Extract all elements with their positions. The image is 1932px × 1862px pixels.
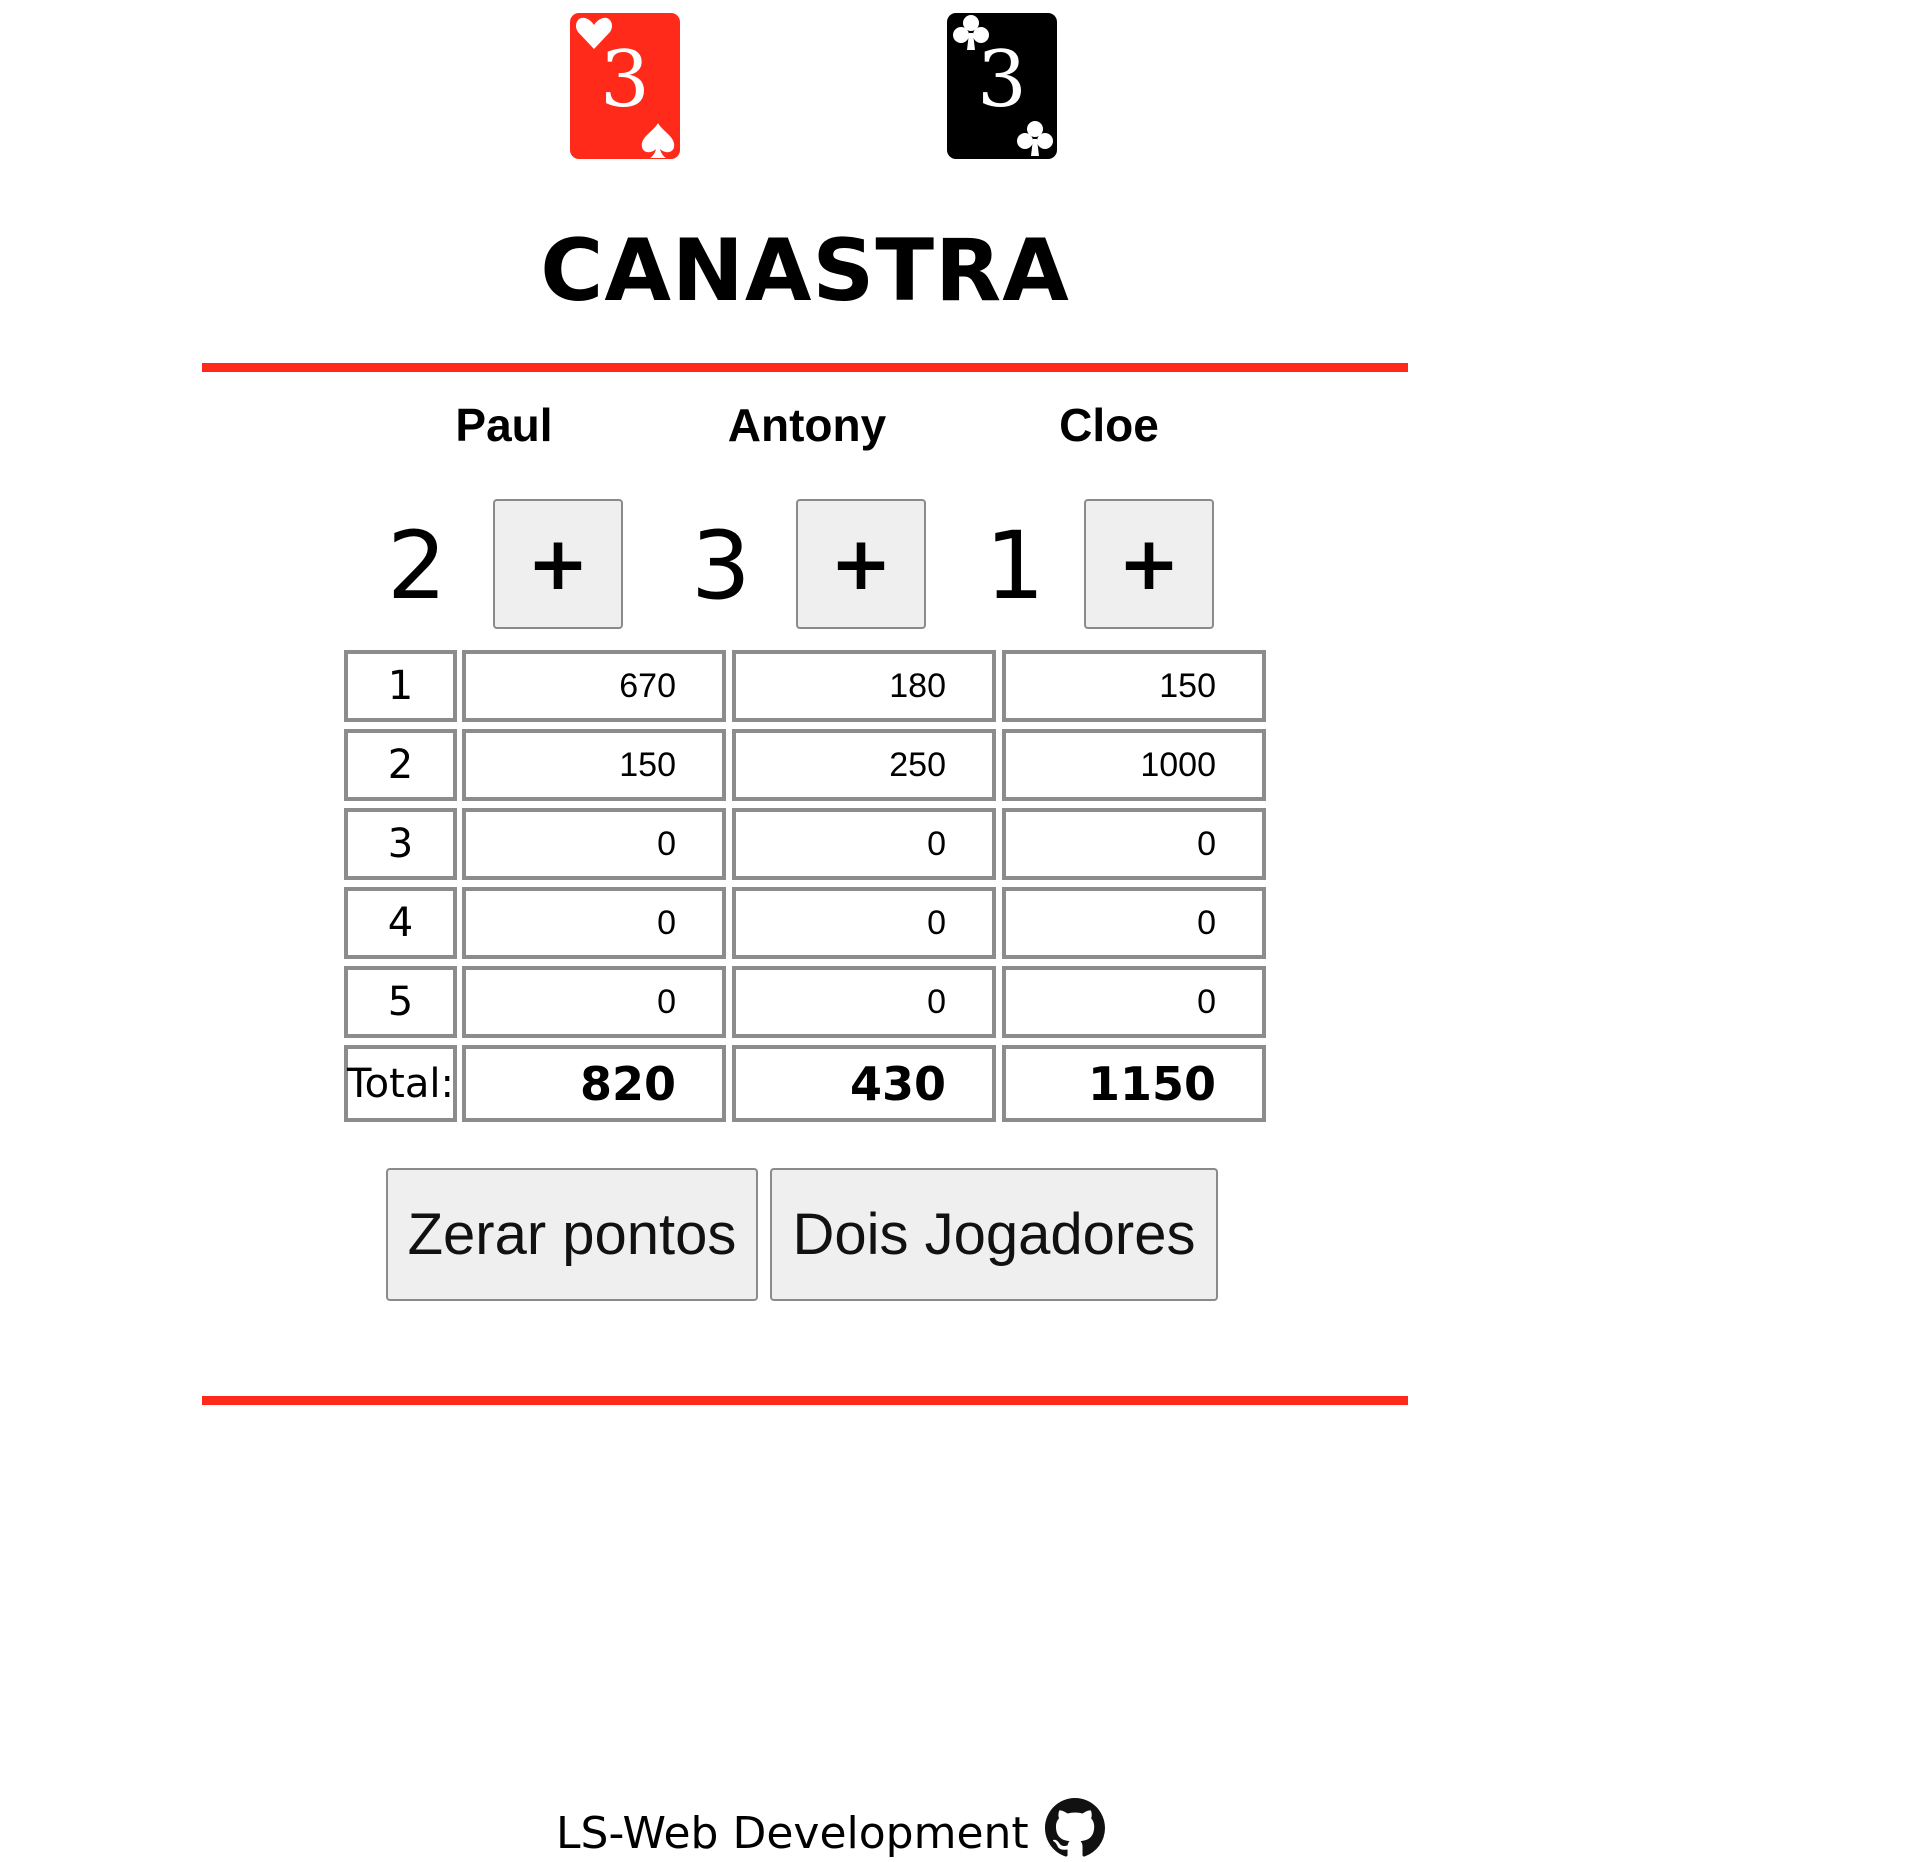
score-input[interactable]: 150 xyxy=(1002,650,1266,722)
score-input[interactable]: 150 xyxy=(462,729,726,801)
two-players-button[interactable]: Dois Jogadores xyxy=(770,1168,1218,1301)
github-icon[interactable] xyxy=(1045,1798,1105,1858)
footer-credit: LS-Web Development xyxy=(556,1808,1029,1859)
divider-top xyxy=(202,363,1408,372)
total-score-2: 430 xyxy=(732,1045,996,1122)
reset-scores-button[interactable]: Zerar pontos xyxy=(386,1168,758,1301)
score-input[interactable]: 0 xyxy=(1002,966,1266,1038)
score-input[interactable]: 250 xyxy=(732,729,996,801)
page-title: CANASTRA xyxy=(540,221,1070,321)
card-three-clubs: 3 xyxy=(947,13,1057,159)
round-number: 3 xyxy=(344,808,457,880)
divider-bottom xyxy=(202,1396,1408,1405)
score-input[interactable]: 180 xyxy=(732,650,996,722)
score-input[interactable]: 0 xyxy=(462,808,726,880)
add-win-button-3[interactable]: + xyxy=(1084,499,1214,629)
round-number: 2 xyxy=(344,729,457,801)
player-wins-1: 2 xyxy=(387,512,447,621)
score-input[interactable]: 0 xyxy=(732,808,996,880)
score-input[interactable]: 0 xyxy=(732,966,996,1038)
club-icon xyxy=(1017,121,1053,156)
player-name-1: Paul xyxy=(455,399,553,451)
score-input[interactable]: 0 xyxy=(462,887,726,959)
total-score-3: 1150 xyxy=(1002,1045,1266,1122)
score-input[interactable]: 1000 xyxy=(1002,729,1266,801)
score-input[interactable]: 0 xyxy=(732,887,996,959)
card-three-hearts: 3 xyxy=(570,13,680,159)
add-win-button-1[interactable]: + xyxy=(493,499,623,629)
player-wins-3: 1 xyxy=(985,512,1045,621)
round-number: 4 xyxy=(344,887,457,959)
round-number: 1 xyxy=(344,650,457,722)
player-name-3: Cloe xyxy=(1059,399,1159,451)
total-score-1: 820 xyxy=(462,1045,726,1122)
add-win-button-2[interactable]: + xyxy=(796,499,926,629)
card-rank: 3 xyxy=(977,35,1027,125)
score-input[interactable]: 670 xyxy=(462,650,726,722)
score-input[interactable]: 0 xyxy=(1002,887,1266,959)
total-label: Total: xyxy=(344,1045,457,1122)
player-name-2: Antony xyxy=(727,399,887,451)
card-rank: 3 xyxy=(600,35,650,125)
player-wins-2: 3 xyxy=(691,512,751,621)
score-input[interactable]: 0 xyxy=(1002,808,1266,880)
score-input[interactable]: 0 xyxy=(462,966,726,1038)
spade-icon xyxy=(641,123,675,158)
round-number: 5 xyxy=(344,966,457,1038)
